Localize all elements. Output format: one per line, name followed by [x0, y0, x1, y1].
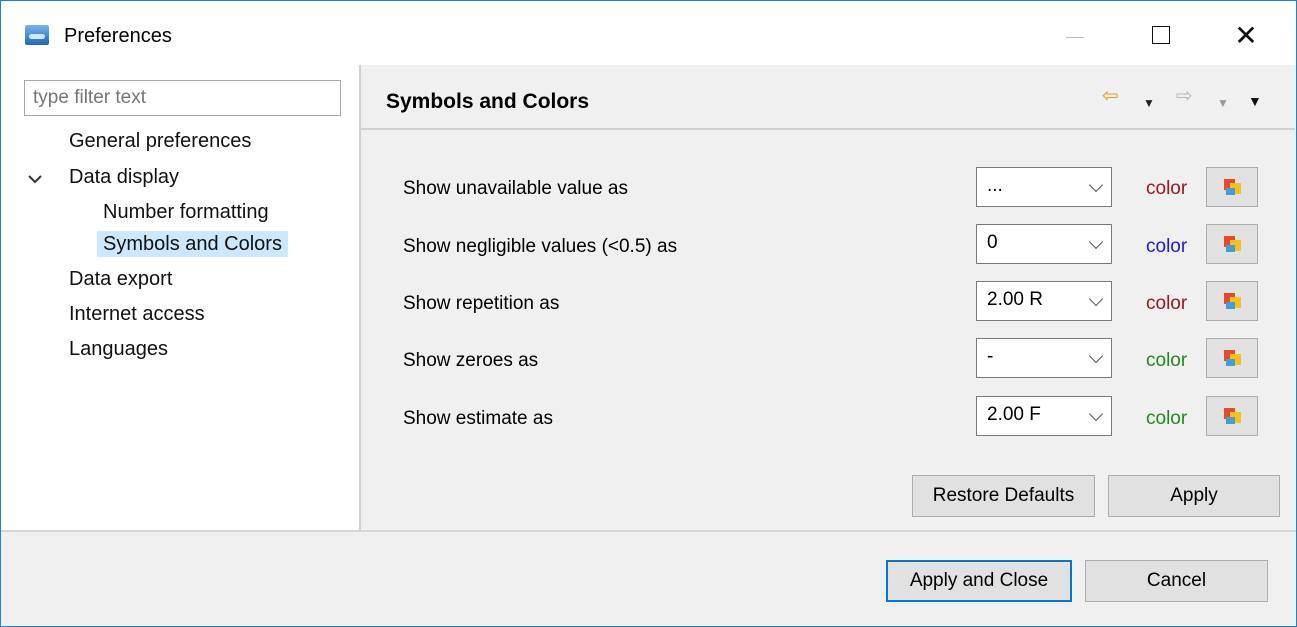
- estimate-label: Show estimate as: [403, 408, 553, 429]
- zeroes-label: Show zeroes as: [403, 350, 539, 371]
- color-picker-icon-part: [1226, 245, 1235, 252]
- maximize-button[interactable]: [1138, 15, 1184, 55]
- sidebar-item-label: Number formatting: [103, 201, 269, 223]
- back-history-dropdown-icon[interactable]: ▼: [1143, 93, 1155, 113]
- page-title: Symbols and Colors: [386, 90, 590, 113]
- repetition-combo[interactable]: 2.00 R: [976, 281, 1112, 321]
- sidebar-item-general-preferences[interactable]: General preferences: [69, 130, 251, 153]
- apply-button[interactable]: Apply: [1108, 475, 1280, 517]
- chevron-down-icon: [1088, 234, 1104, 250]
- close-button[interactable]: ✕: [1223, 15, 1269, 55]
- color-picker-icon-part: [1226, 302, 1235, 309]
- chevron-down-icon: [1088, 177, 1104, 193]
- back-arrow-icon[interactable]: ⇦: [1102, 86, 1119, 106]
- preferences-app-icon: [25, 25, 49, 45]
- combo-value: -: [987, 346, 994, 367]
- repetition-color-button[interactable]: [1206, 281, 1258, 321]
- sidebar-item-symbols-and-colors[interactable]: Symbols and Colors: [97, 231, 288, 257]
- chevron-down-icon: [1088, 291, 1104, 307]
- color-picker-icon-part: [1226, 359, 1235, 366]
- zeroes-color-button[interactable]: [1206, 338, 1258, 378]
- sidebar-item-languages[interactable]: Languages: [69, 338, 168, 361]
- estimate-color-label: color: [1146, 408, 1188, 429]
- minimize-button[interactable]: [1052, 15, 1098, 55]
- sidebar-item-label: Data display: [69, 166, 180, 188]
- sidebar-item-internet-access[interactable]: Internet access: [69, 303, 205, 326]
- forward-arrow-icon[interactable]: ⇨: [1176, 86, 1193, 106]
- view-menu-icon[interactable]: ▼: [1248, 91, 1262, 111]
- sidebar-item-label: Internet access: [69, 303, 205, 325]
- chevron-down-icon: [1088, 406, 1104, 422]
- chevron-down-icon[interactable]: [28, 172, 42, 186]
- repetition-label: Show repetition as: [403, 293, 560, 314]
- estimate-combo[interactable]: 2.00 F: [976, 396, 1112, 436]
- zeroes-combo[interactable]: -: [976, 338, 1112, 378]
- unavailable-value-label: Show unavailable value as: [403, 178, 628, 199]
- color-picker-icon-part: [1226, 188, 1235, 195]
- sidebar-item-data-display[interactable]: Data display: [69, 166, 179, 189]
- apply-and-close-button[interactable]: Apply and Close: [886, 560, 1072, 602]
- sidebar-item-label: General preferences: [69, 130, 252, 152]
- combo-value: 2.00 F: [987, 404, 1041, 425]
- forward-history-dropdown-icon[interactable]: ▼: [1217, 93, 1229, 113]
- negligible-color-label: color: [1146, 236, 1188, 257]
- combo-value: ...: [987, 175, 1003, 196]
- combo-value: 0: [987, 232, 998, 253]
- sidebar-item-label: Symbols and Colors: [97, 231, 288, 257]
- sidebar-item-number-formatting[interactable]: Number formatting: [103, 201, 269, 224]
- filter-input[interactable]: [24, 80, 341, 116]
- combo-value: 2.00 R: [987, 289, 1043, 310]
- header-divider: [360, 128, 1295, 130]
- unavailable-value-combo[interactable]: ...: [976, 167, 1112, 207]
- zeroes-color-label: color: [1146, 350, 1188, 371]
- restore-defaults-button[interactable]: Restore Defaults: [912, 475, 1095, 517]
- estimate-color-button[interactable]: [1206, 396, 1258, 436]
- chevron-down-icon: [1088, 348, 1104, 364]
- repetition-color-label: color: [1146, 293, 1188, 314]
- sidebar-item-data-export[interactable]: Data export: [69, 268, 172, 291]
- sidebar-item-label: Languages: [69, 338, 168, 360]
- cancel-button[interactable]: Cancel: [1085, 560, 1268, 602]
- negligible-values-label: Show negligible values (<0.5) as: [403, 236, 678, 257]
- title-bar: Preferences ✕: [1, 1, 1296, 65]
- close-icon: ✕: [1234, 19, 1258, 51]
- window-title: Preferences: [64, 25, 172, 47]
- unavailable-color-button[interactable]: [1206, 167, 1258, 207]
- sidebar-item-label: Data export: [69, 268, 173, 290]
- color-picker-icon-part: [1226, 417, 1235, 424]
- negligible-color-button[interactable]: [1206, 224, 1258, 264]
- unavailable-color-label: color: [1146, 178, 1188, 199]
- negligible-values-combo[interactable]: 0: [976, 224, 1112, 264]
